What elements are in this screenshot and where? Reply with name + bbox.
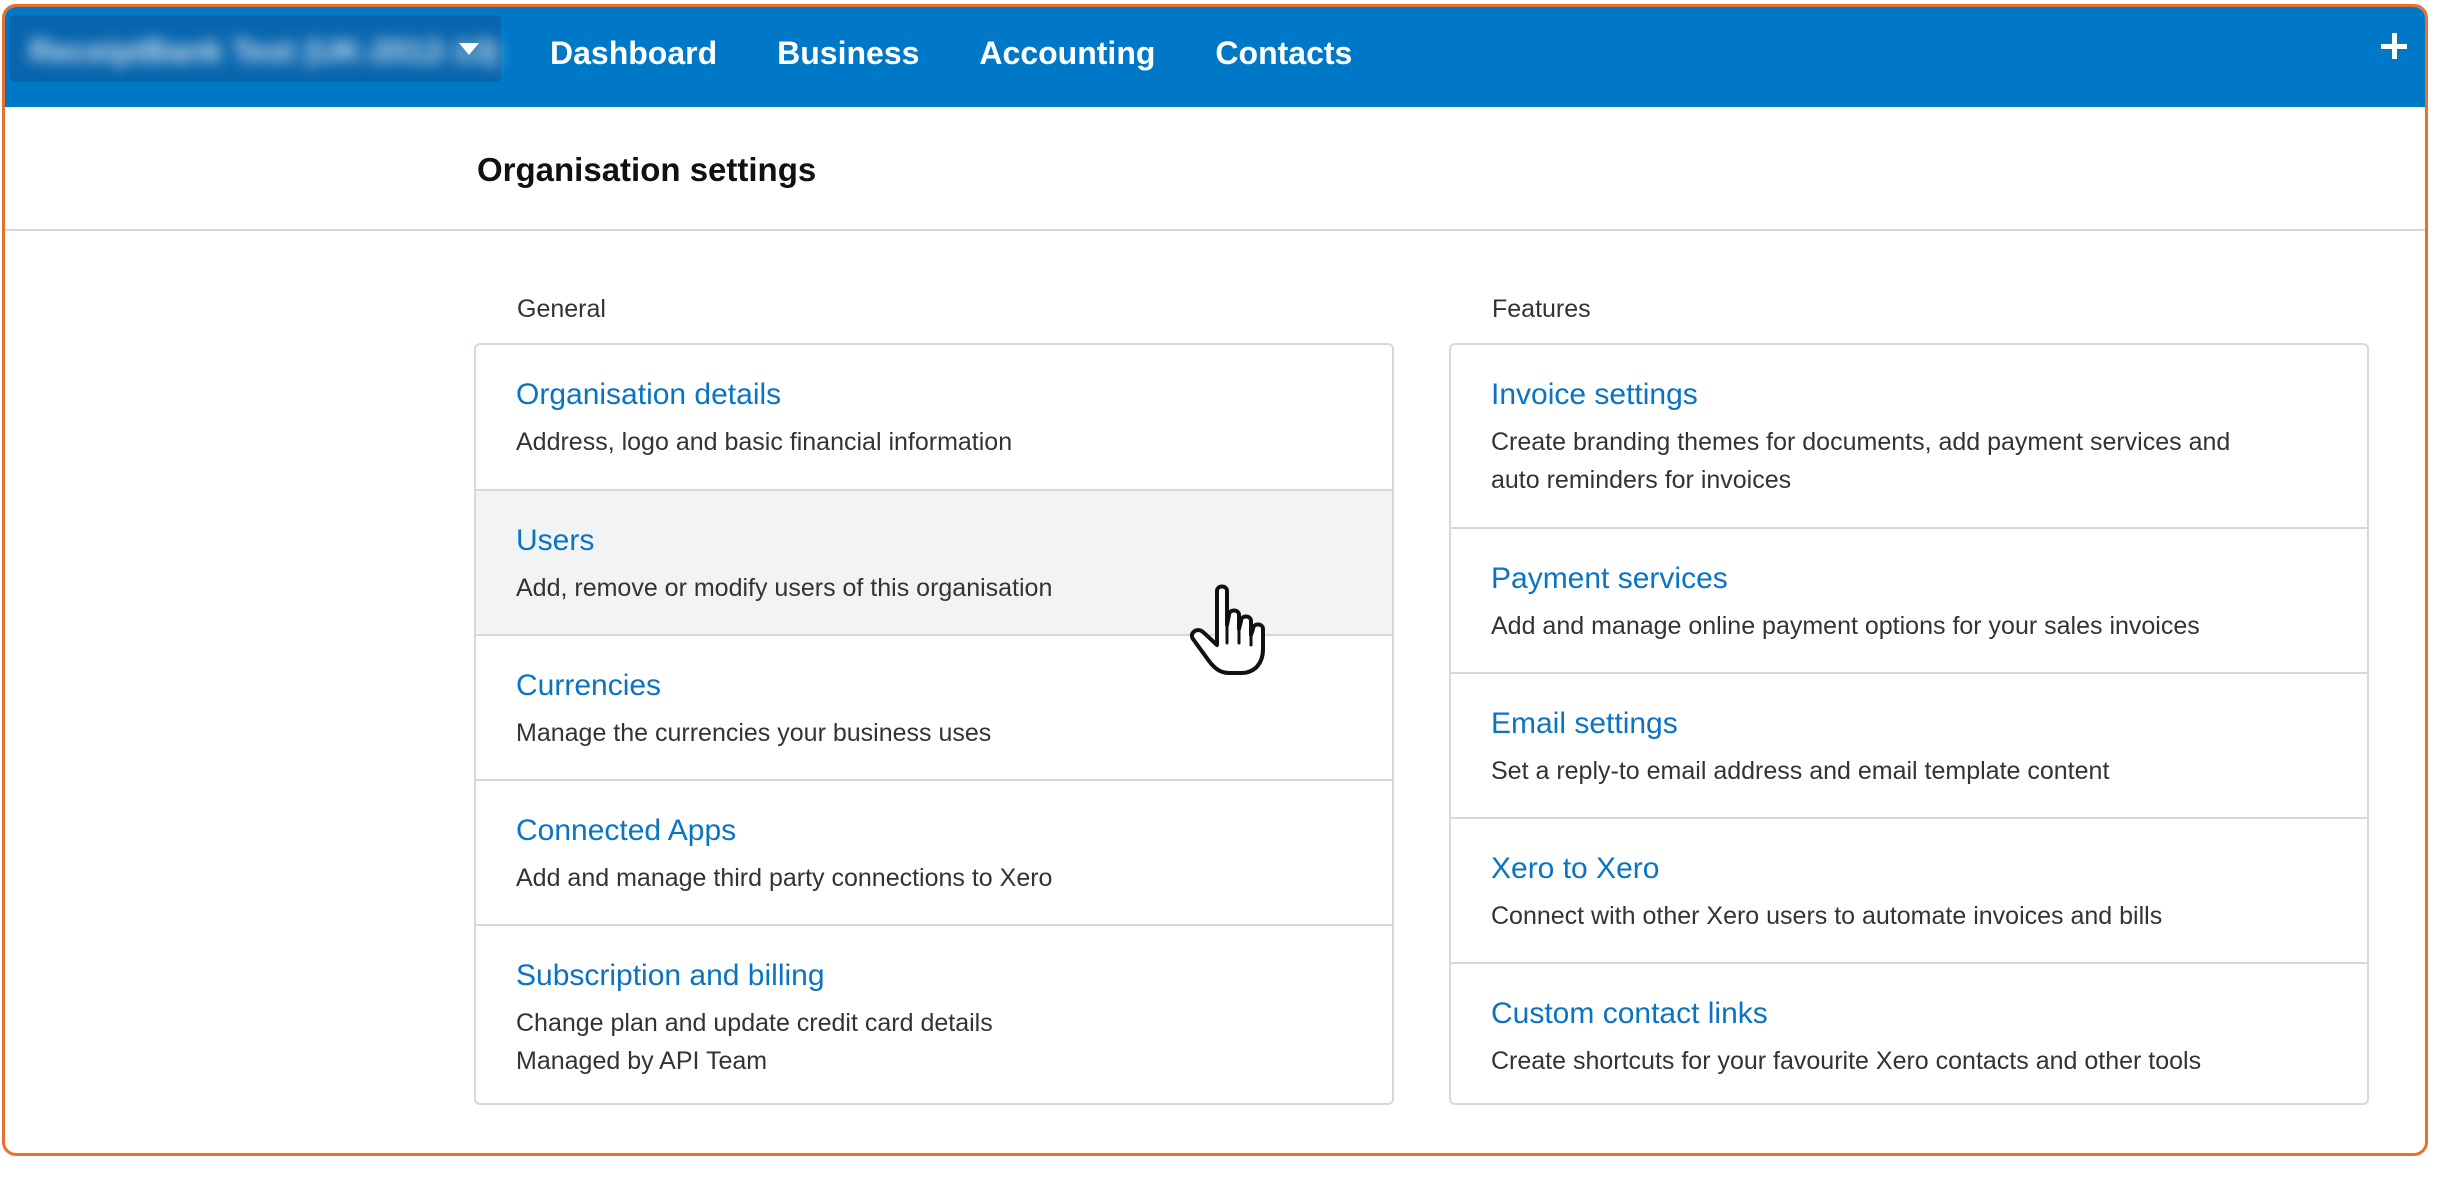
general-section-label: General — [517, 295, 606, 323]
general-settings-panel: Organisation details Address, logo and b… — [474, 343, 1394, 1105]
settings-item-desc: Add and manage third party connections t… — [516, 859, 1052, 897]
features-settings-panel: Invoice settings Create branding themes … — [1449, 343, 2369, 1105]
settings-item-custom-contact-links[interactable]: Custom contact links Create shortcuts fo… — [1451, 962, 2367, 1103]
page-header: Organisation settings — [5, 107, 2425, 231]
settings-item-desc-line: Address, logo and basic financial inform… — [516, 428, 1013, 456]
settings-item-desc: Connect with other Xero users to automat… — [1491, 897, 2162, 935]
settings-item-desc-line: Add, remove or modify users of this orga… — [516, 574, 1053, 602]
settings-item-title[interactable]: Invoice settings — [1491, 378, 1698, 412]
settings-item-invoice-settings[interactable]: Invoice settings Create branding themes … — [1451, 345, 2367, 527]
settings-item-payment-services[interactable]: Payment services Add and manage online p… — [1451, 527, 2367, 672]
settings-item-desc: Change plan and update credit card detai… — [516, 1004, 993, 1080]
main-nav: Dashboard Business Accounting Contacts — [550, 7, 1412, 99]
settings-item-desc-line: Create branding themes for documents, ad… — [1491, 428, 2231, 456]
settings-item-desc-line: Create shortcuts for your favourite Xero… — [1491, 1047, 2202, 1075]
nav-business[interactable]: Business — [777, 35, 919, 72]
settings-item-desc-line: Add and manage online payment options fo… — [1491, 612, 2200, 640]
org-name: ReceiptBank Test (UK-2012-13) — [29, 33, 500, 69]
settings-item-desc: Create shortcuts for your favourite Xero… — [1491, 1042, 2201, 1080]
settings-item-title[interactable]: Subscription and billing — [516, 959, 825, 993]
settings-item-title[interactable]: Users — [516, 524, 594, 558]
settings-item-desc: Manage the currencies your business uses — [516, 714, 991, 752]
nav-dashboard[interactable]: Dashboard — [550, 35, 717, 72]
settings-item-desc-line: Connect with other Xero users to automat… — [1491, 902, 2163, 930]
settings-item-title[interactable]: Payment services — [1491, 562, 1728, 596]
top-nav-bar: ReceiptBank Test (UK-2012-13) Dashboard … — [5, 7, 2425, 107]
settings-item-title[interactable]: Xero to Xero — [1491, 852, 1659, 886]
org-switcher-button[interactable]: ReceiptBank Test (UK-2012-13) — [9, 15, 501, 82]
app-window: ReceiptBank Test (UK-2012-13) Dashboard … — [2, 4, 2428, 1156]
settings-item-title[interactable]: Email settings — [1491, 707, 1678, 741]
settings-item-desc-line: Add and manage third party connections t… — [516, 864, 1053, 892]
plus-icon[interactable] — [2379, 31, 2409, 61]
settings-item-desc-line: auto reminders for invoices — [1491, 466, 1792, 494]
nav-contacts[interactable]: Contacts — [1215, 35, 1352, 72]
settings-item-desc: Address, logo and basic financial inform… — [516, 423, 1012, 461]
settings-item-organisation-details[interactable]: Organisation details Address, logo and b… — [476, 345, 1392, 489]
settings-item-desc: Add and manage online payment options fo… — [1491, 607, 2200, 645]
settings-item-title[interactable]: Currencies — [516, 669, 661, 703]
settings-item-subscription-billing[interactable]: Subscription and billing Change plan and… — [476, 924, 1392, 1103]
settings-item-connected-apps[interactable]: Connected Apps Add and manage third part… — [476, 779, 1392, 924]
page-title: Organisation settings — [477, 151, 817, 188]
page: ReceiptBank Test (UK-2012-13) Dashboard … — [0, 0, 2438, 1182]
settings-item-desc: Set a reply-to email address and email t… — [1491, 752, 2109, 790]
settings-item-desc: Create branding themes for documents, ad… — [1491, 423, 2230, 499]
settings-item-title[interactable]: Organisation details — [516, 378, 781, 412]
settings-item-xero-to-xero[interactable]: Xero to Xero Connect with other Xero use… — [1451, 817, 2367, 962]
hand-cursor-icon — [1190, 584, 1265, 675]
settings-item-desc-line: Managed by API Team — [516, 1047, 768, 1075]
features-section-label: Features — [1492, 295, 1591, 323]
settings-item-email-settings[interactable]: Email settings Set a reply-to email addr… — [1451, 672, 2367, 817]
settings-item-desc-line: Manage the currencies your business uses — [516, 719, 992, 747]
settings-item-desc-line: Change plan and update credit card detai… — [516, 1009, 993, 1037]
nav-accounting[interactable]: Accounting — [979, 35, 1155, 72]
settings-item-title[interactable]: Custom contact links — [1491, 997, 1768, 1031]
settings-item-title[interactable]: Connected Apps — [516, 814, 736, 848]
settings-item-desc: Add, remove or modify users of this orga… — [516, 569, 1052, 607]
chevron-down-icon — [459, 43, 479, 55]
settings-item-desc-line: Set a reply-to email address and email t… — [1491, 757, 2110, 785]
